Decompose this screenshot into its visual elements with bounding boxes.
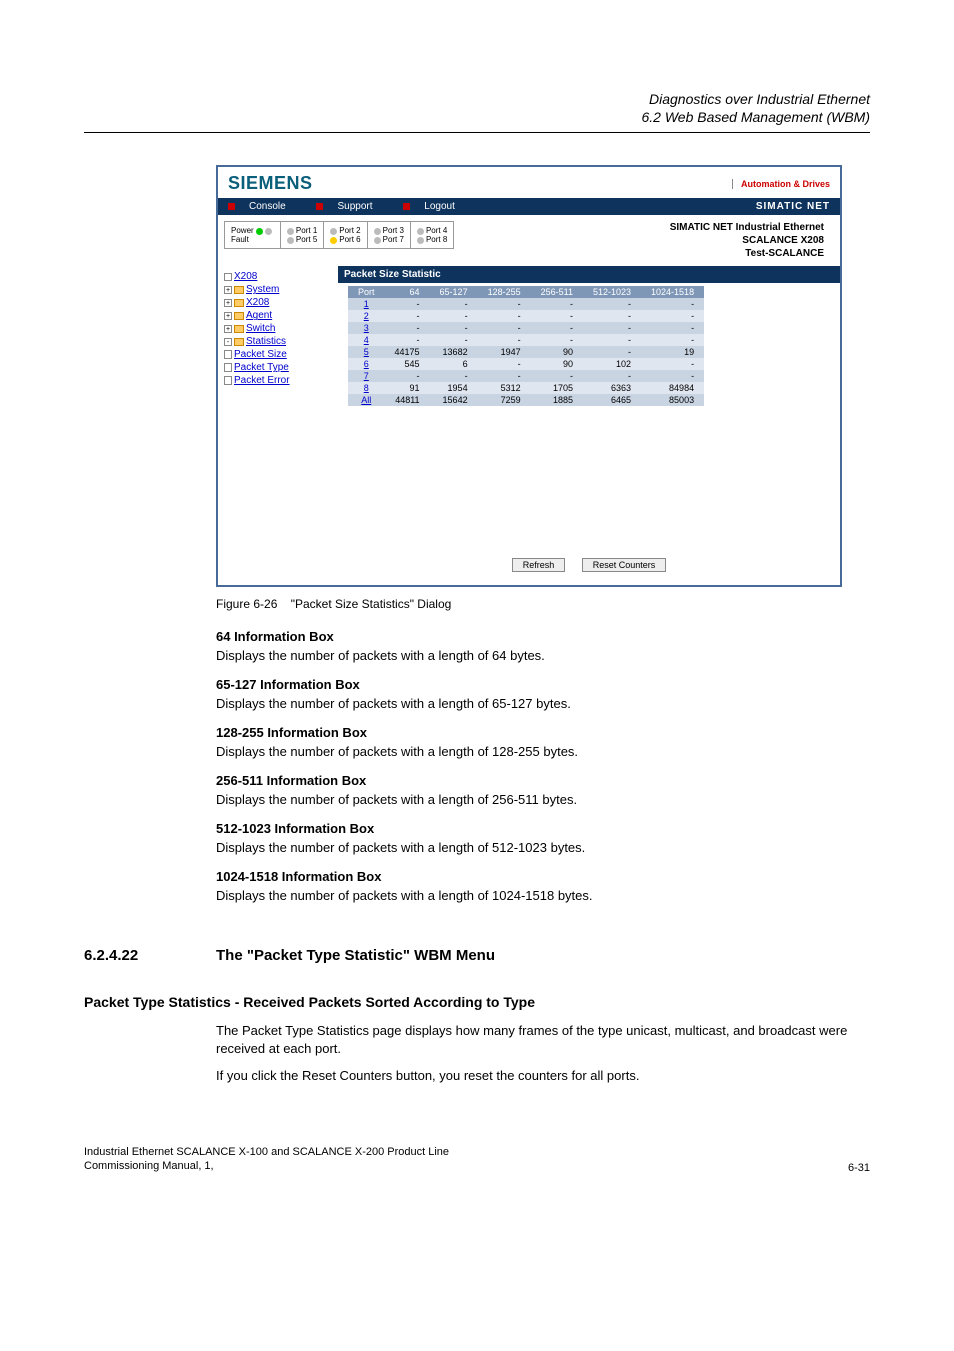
brand-tagline: Automation & Drives <box>732 179 830 189</box>
info-box-title: 512-1023 Information Box <box>216 821 842 836</box>
port-link[interactable]: 8 <box>364 383 369 393</box>
led-icon <box>417 237 424 244</box>
page-icon <box>224 363 232 372</box>
square-icon <box>316 203 323 210</box>
tree-subitem[interactable]: Packet Type <box>234 362 289 373</box>
header-line2: 6.2 Web Based Management (WBM) <box>84 108 870 126</box>
port-link[interactable]: 1 <box>364 299 369 309</box>
folder-icon <box>234 299 244 307</box>
port-link[interactable]: 6 <box>364 359 369 369</box>
page-icon <box>224 350 232 359</box>
expand-icon[interactable]: + <box>224 299 232 307</box>
tree-item[interactable]: X208 <box>246 297 269 308</box>
device-info: SIMATIC NET Industrial Ethernet SCALANCE… <box>454 221 834 260</box>
info-box-text: Displays the number of packets with a le… <box>216 744 842 759</box>
info-box-text: Displays the number of packets with a le… <box>216 696 842 711</box>
port-link[interactable]: 5 <box>364 347 369 357</box>
table-row: 2------ <box>348 310 704 322</box>
info-box-text: Displays the number of packets with a le… <box>216 888 842 903</box>
led-icon <box>256 228 263 235</box>
info-box-title: 128-255 Information Box <box>216 725 842 740</box>
tree-item[interactable]: Switch <box>246 323 275 334</box>
led-icon <box>287 228 294 235</box>
port-link[interactable]: 4 <box>364 335 369 345</box>
header-rule <box>84 132 870 133</box>
square-icon <box>228 203 235 210</box>
info-box-title: 64 Information Box <box>216 629 842 644</box>
body-paragraph: If you click the Reset Counters button, … <box>216 1067 876 1085</box>
menubar: Console Support Logout SIMATIC NET <box>218 198 840 215</box>
table-row: 7------ <box>348 370 704 382</box>
collapse-icon[interactable]: - <box>224 338 232 346</box>
tree-subitem[interactable]: Packet Error <box>234 375 290 386</box>
port-link[interactable]: 7 <box>364 371 369 381</box>
square-icon <box>403 203 410 210</box>
running-header: Diagnostics over Industrial Ethernet 6.2… <box>84 90 870 126</box>
info-box-title: 65-127 Information Box <box>216 677 842 692</box>
tree-item[interactable]: Statistics <box>246 336 286 347</box>
menu-console[interactable]: Console <box>228 201 300 212</box>
menubar-right: SIMATIC NET <box>756 201 830 212</box>
nav-tree: X208 +System +X208 +Agent +Switch -Stati… <box>218 266 338 585</box>
tree-item[interactable]: Agent <box>246 310 272 321</box>
brand-logo: SIEMENS <box>228 173 313 194</box>
led-icon <box>374 237 381 244</box>
led-icon <box>265 228 272 235</box>
folder-icon <box>234 286 244 294</box>
expand-icon[interactable]: + <box>224 312 232 320</box>
folder-icon <box>234 312 244 320</box>
header-line1: Diagnostics over Industrial Ethernet <box>84 90 870 108</box>
expand-icon[interactable]: + <box>224 286 232 294</box>
folder-icon <box>234 325 244 333</box>
info-box-text: Displays the number of packets with a le… <box>216 840 842 855</box>
expand-icon[interactable]: + <box>224 325 232 333</box>
page-footer: Industrial Ethernet SCALANCE X-100 and S… <box>84 1145 870 1174</box>
page-number: 6-31 <box>848 1162 870 1174</box>
port-link[interactable]: 3 <box>364 323 369 333</box>
info-box-title: 1024-1518 Information Box <box>216 869 842 884</box>
table-row: All448111564272591885646585003 <box>348 394 704 406</box>
table-row: 891195453121705636384984 <box>348 382 704 394</box>
led-icon <box>330 237 337 244</box>
table-row: 3------ <box>348 322 704 334</box>
figure-caption: Figure 6-26 "Packet Size Statistics" Dia… <box>216 597 842 611</box>
info-box-text: Displays the number of packets with a le… <box>216 648 842 663</box>
led-icon <box>287 237 294 244</box>
menu-support[interactable]: Support <box>316 201 386 212</box>
body-paragraph: The Packet Type Statistics page displays… <box>216 1022 876 1057</box>
menu-logout[interactable]: Logout <box>403 201 469 212</box>
info-box-title: 256-511 Information Box <box>216 773 842 788</box>
tree-item[interactable]: System <box>246 284 279 295</box>
device-icon <box>224 273 232 281</box>
led-icon <box>417 228 424 235</box>
packet-size-table: Port 64 65-127 128-255 256-511 512-1023 … <box>348 286 704 406</box>
table-row: 65456-90102- <box>348 358 704 370</box>
section-heading: 6.2.4.22The "Packet Type Statistic" WBM … <box>84 947 870 964</box>
tree-root[interactable]: X208 <box>234 271 257 282</box>
folder-icon <box>234 338 244 346</box>
led-icon <box>330 228 337 235</box>
port-link[interactable]: All <box>361 395 371 405</box>
port-link[interactable]: 2 <box>364 311 369 321</box>
refresh-button[interactable]: Refresh <box>512 558 566 572</box>
table-header-row: Port 64 65-127 128-255 256-511 512-1023 … <box>348 286 704 298</box>
table-row: 54417513682194790-19 <box>348 346 704 358</box>
port-status-panel: Power Fault Port 1 Port 5 Port 2 Port 6 … <box>224 221 454 249</box>
subsection-heading: Packet Type Statistics - Received Packet… <box>84 994 870 1010</box>
wbm-screenshot: SIEMENS Automation & Drives Console Supp… <box>216 165 842 587</box>
tree-subitem[interactable]: Packet Size <box>234 349 287 360</box>
reset-counters-button[interactable]: Reset Counters <box>582 558 667 572</box>
table-row: 1------ <box>348 298 704 310</box>
info-box-text: Displays the number of packets with a le… <box>216 792 842 807</box>
led-icon <box>374 228 381 235</box>
panel-title: Packet Size Statistic <box>338 266 840 283</box>
table-row: 4------ <box>348 334 704 346</box>
page-icon <box>224 376 232 385</box>
